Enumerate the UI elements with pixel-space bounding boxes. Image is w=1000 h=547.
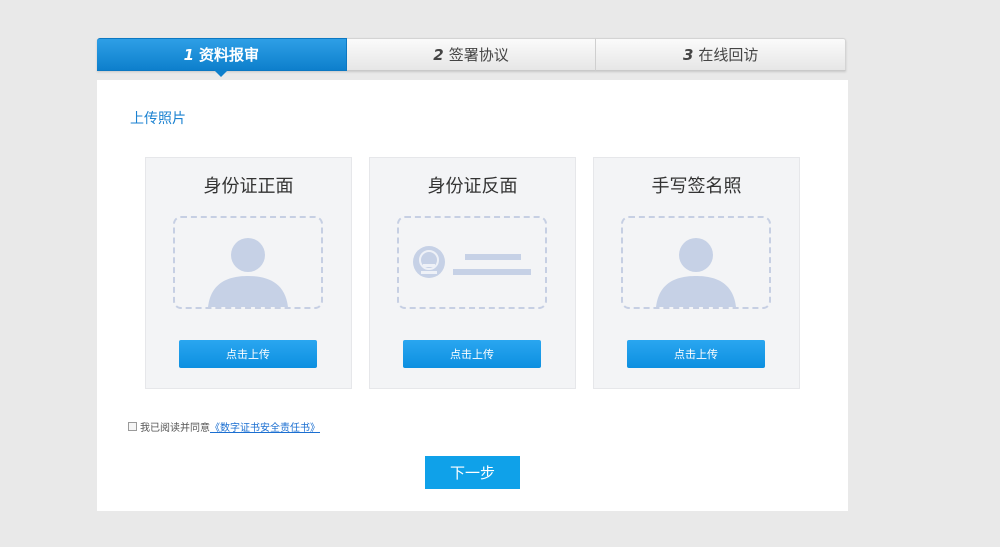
photo-placeholder-frame[interactable] xyxy=(621,216,771,309)
step-tab-3[interactable]: 3 在线回访 xyxy=(596,38,847,71)
upload-card-id-back: 身份证反面 点击上传 xyxy=(369,157,576,389)
upload-card-signature: 手写签名照 点击上传 xyxy=(593,157,800,389)
step-number: 1 xyxy=(183,45,195,64)
agreement-link[interactable]: 《数字证书安全责任书》 xyxy=(210,419,320,434)
step-progress-bar: 1 资料报审 2 签署协议 3 在线回访 xyxy=(97,38,847,77)
photo-placeholder-frame[interactable] xyxy=(397,216,547,309)
person-silhouette-icon xyxy=(656,238,736,307)
step-label: 在线回访 xyxy=(698,46,759,64)
upload-button[interactable]: 点击上传 xyxy=(403,340,541,368)
step-tab-1[interactable]: 1 资料报审 xyxy=(97,38,347,77)
step-number: 3 xyxy=(682,45,694,64)
upload-button[interactable]: 点击上传 xyxy=(627,340,765,368)
step-label: 签署协议 xyxy=(448,46,509,64)
step-number: 2 xyxy=(433,45,444,64)
national-emblem-icon xyxy=(413,246,531,278)
section-title: 上传照片 xyxy=(130,111,186,127)
next-step-button[interactable]: 下一步 xyxy=(425,456,520,489)
agreement-row: 我已阅读并同意 《数字证书安全责任书》 xyxy=(128,419,320,434)
step-tab-2[interactable]: 2 签署协议 xyxy=(346,38,597,71)
agreement-text: 我已阅读并同意 xyxy=(140,423,210,434)
card-title: 身份证正面 xyxy=(203,176,294,197)
step-label: 资料报审 xyxy=(199,46,260,64)
photo-placeholder-frame[interactable] xyxy=(173,216,323,309)
person-silhouette-icon xyxy=(208,238,288,307)
card-title: 身份证反面 xyxy=(427,176,518,197)
main-panel: 上传照片 身份证正面 点击上传 身份证反面 点击上传 手写签名照 点击上传 我已… xyxy=(97,80,848,511)
card-title: 手写签名照 xyxy=(651,176,742,197)
upload-card-id-front: 身份证正面 点击上传 xyxy=(145,157,352,389)
upload-button[interactable]: 点击上传 xyxy=(179,340,317,368)
agreement-checkbox[interactable] xyxy=(128,422,137,431)
